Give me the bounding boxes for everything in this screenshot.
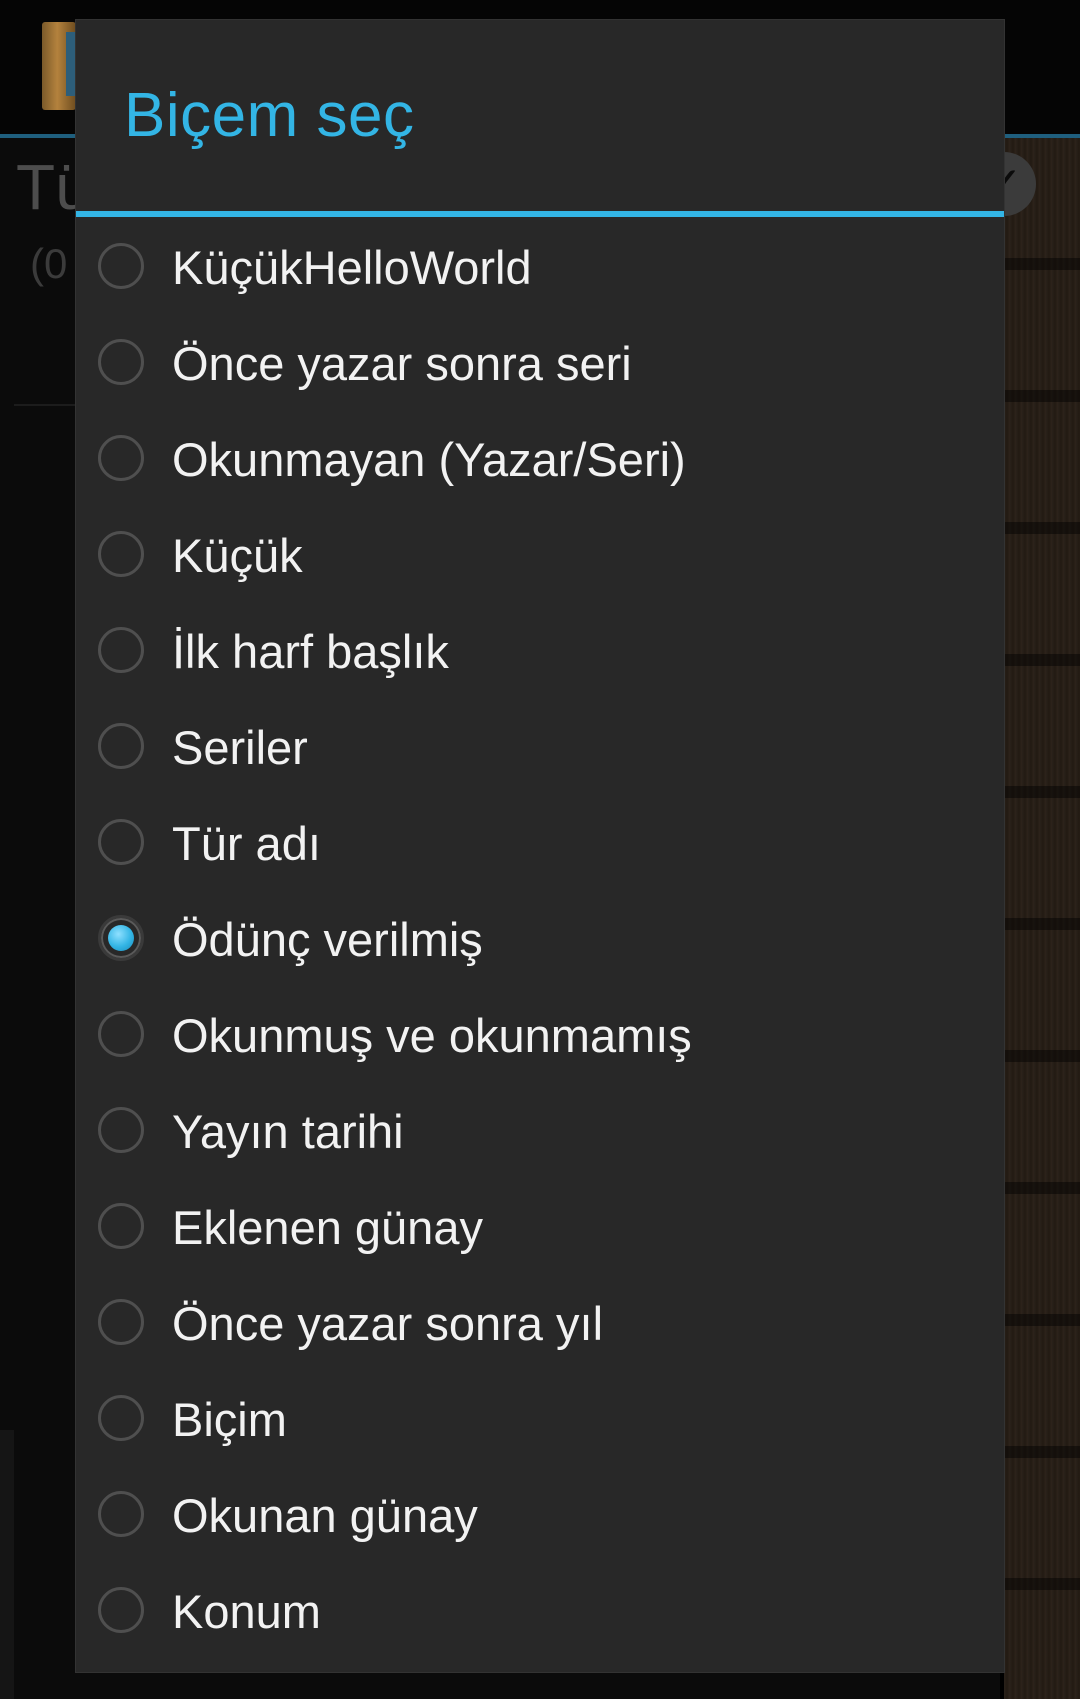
radio-button-icon[interactable]: [98, 1107, 144, 1153]
radio-button-icon[interactable]: [98, 1395, 144, 1441]
radio-button-icon[interactable]: [98, 1011, 144, 1057]
radio-button-icon[interactable]: [98, 435, 144, 481]
radio-button-icon[interactable]: [98, 1587, 144, 1633]
radio-button-icon[interactable]: [98, 915, 144, 961]
radio-button-icon[interactable]: [98, 1203, 144, 1249]
option-label: Seriler: [172, 721, 308, 774]
radio-option[interactable]: Tür adı: [76, 796, 1004, 892]
radio-button-icon[interactable]: [98, 723, 144, 769]
radio-option[interactable]: Okunmayan (Yazar/Seri): [76, 412, 1004, 508]
radio-option[interactable]: Okunmuş ve okunmamış: [76, 988, 1004, 1084]
dialog-title-divider: [76, 211, 1004, 217]
dialog-title: Biçem seç: [124, 81, 415, 150]
option-label: Önce yazar sonra seri: [172, 337, 632, 390]
radio-button-icon[interactable]: [98, 531, 144, 577]
radio-option[interactable]: İlk harf başlık: [76, 604, 1004, 700]
option-label: Biçim: [172, 1393, 287, 1446]
background-bookshelf: [1004, 138, 1080, 1699]
radio-option[interactable]: Küçük: [76, 508, 1004, 604]
option-label: Okunmayan (Yazar/Seri): [172, 433, 686, 486]
radio-button-icon[interactable]: [98, 1299, 144, 1345]
radio-option[interactable]: KüçükHelloWorld: [76, 220, 1004, 316]
radio-option[interactable]: Önce yazar sonra seri: [76, 316, 1004, 412]
radio-option[interactable]: Önce yazar sonra yıl: [76, 1276, 1004, 1372]
option-label: Yayın tarihi: [172, 1105, 404, 1158]
background-bottom-block: [0, 1430, 14, 1699]
option-label: Konum: [172, 1585, 321, 1638]
style-select-dialog: Biçem seç KüçükHelloWorld Önce yazar son…: [75, 19, 1005, 1673]
radio-option[interactable]: Yayın tarihi: [76, 1084, 1004, 1180]
app-logo-icon: [42, 22, 76, 110]
radio-option[interactable]: Seriler: [76, 700, 1004, 796]
radio-button-icon[interactable]: [98, 243, 144, 289]
radio-button-icon[interactable]: [98, 339, 144, 385]
option-label: İlk harf başlık: [172, 625, 449, 678]
option-label: Küçük: [172, 529, 303, 582]
option-label: Tür adı: [172, 817, 321, 870]
background-subtitle: (0: [30, 240, 68, 287]
style-options-list: KüçükHelloWorld Önce yazar sonra seri Ok…: [76, 220, 1004, 1660]
option-label: Önce yazar sonra yıl: [172, 1297, 604, 1350]
option-label: KüçükHelloWorld: [172, 241, 532, 294]
radio-option[interactable]: Okunan günay: [76, 1468, 1004, 1564]
option-label: Okunmuş ve okunmamış: [172, 1009, 692, 1062]
radio-button-icon[interactable]: [98, 1491, 144, 1537]
option-label: Eklenen günay: [172, 1201, 483, 1254]
radio-button-icon[interactable]: [98, 819, 144, 865]
radio-option-selected[interactable]: Ödünç verilmiş: [76, 892, 1004, 988]
radio-option[interactable]: Biçim: [76, 1372, 1004, 1468]
radio-option[interactable]: Eklenen günay: [76, 1180, 1004, 1276]
option-label: Okunan günay: [172, 1489, 478, 1542]
radio-button-icon[interactable]: [98, 627, 144, 673]
option-label: Ödünç verilmiş: [172, 913, 483, 966]
radio-option[interactable]: Konum: [76, 1564, 1004, 1660]
